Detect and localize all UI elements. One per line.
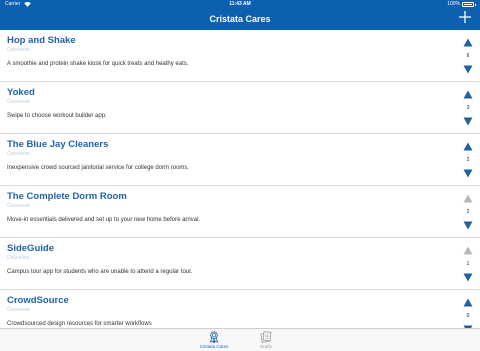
item-category: Consumer [7,99,31,105]
list-item[interactable]: The Complete Dorm Room Consumer Move-in es… [0,186,480,238]
item-category: Consumer [7,307,31,313]
downvote-button[interactable] [463,65,473,74]
arrow-up-icon [463,246,473,255]
upvote-button[interactable] [463,298,473,307]
arrow-down-icon [463,273,473,282]
item-category: Education [7,255,30,261]
item-category: Consumer [7,151,31,157]
item-title: Yoked [7,87,35,98]
vote-count: 1 [466,261,470,267]
page-title: Cristata Cares [209,14,271,24]
downvote-button[interactable] [463,169,473,178]
arrow-down-icon [463,169,473,178]
plus-icon [459,11,471,23]
status-bar: Carrier 11:43 AM 100% [0,0,480,9]
upvote-button[interactable] [463,38,473,47]
item-description: Crowdsourced design resources for smarte… [7,321,152,327]
arrow-down-icon [463,117,473,126]
vote-control: 0 [462,298,474,328]
vote-control: 2 [462,142,474,182]
vote-count: 2 [466,209,470,215]
downvote-button[interactable] [463,221,473,230]
battery-percent: 100% [447,1,460,7]
upvote-button[interactable] [463,142,473,151]
arrow-up-icon [463,90,473,99]
item-category: Consumer [7,203,31,209]
battery-icon [462,2,476,7]
item-description: Swipe to choose workout builder app. [7,113,107,119]
arrow-up-icon [463,142,473,151]
vote-control: 6 [462,38,474,78]
vote-count: 0 [466,313,470,319]
item-title: Hop and Shake [7,35,76,46]
vote-count: 3 [466,105,470,111]
vote-count: 6 [466,53,470,59]
list-item[interactable]: CrowdSource Consumer Crowdsourced design r… [0,290,480,328]
item-description: Inexpensive crowd sourced janitorial ser… [7,165,190,171]
item-title: The Complete Dorm Room [7,191,127,202]
list-item[interactable]: Hop and Shake Consumer A smoothie and prot… [0,30,480,82]
item-description: Campus tour app for students who are una… [7,269,193,275]
badge-icon [208,331,220,343]
upvote-button[interactable] [463,194,473,203]
tab-label: Drafts [259,344,272,349]
navigation-bar: Carrier 11:43 AM 100% Cristata Cares [0,0,480,30]
item-description: A smoothie and protein shake kiosk for q… [7,61,189,67]
arrow-up-icon [463,38,473,47]
ideas-list: Hop and Shake Consumer A smoothie and prot… [0,30,480,328]
downvote-button[interactable] [463,273,473,282]
tab-bar: Cristata Cares Drafts [0,328,480,351]
drafts-icon [260,331,272,343]
item-description: Move-in essentials delivered and set up … [7,217,201,223]
add-button[interactable] [458,10,472,24]
item-title: SideGuide [7,243,54,254]
tab-cristata-cares[interactable]: Cristata Cares [189,331,239,351]
arrow-down-icon [463,65,473,74]
tab-label: Cristata Cares [199,344,229,349]
vote-control: 1 [462,246,474,286]
upvote-button[interactable] [463,246,473,255]
item-title: CrowdSource [7,295,69,306]
tab-drafts[interactable]: Drafts [241,331,291,351]
vote-count: 2 [466,157,470,163]
downvote-button[interactable] [463,117,473,126]
list-item[interactable]: The Blue Jay Cleaners Consumer Inexpensive… [0,134,480,186]
clock: 11:43 AM [229,1,251,7]
arrow-up-icon [463,298,473,307]
arrow-up-icon [463,194,473,203]
arrow-down-icon [463,221,473,230]
upvote-button[interactable] [463,90,473,99]
item-title: The Blue Jay Cleaners [7,139,109,150]
list-item[interactable]: Yoked Consumer Swipe to choose workout bui… [0,82,480,134]
vote-control: 3 [462,90,474,130]
item-category: Consumer [7,47,31,53]
vote-control: 2 [462,194,474,234]
list-item[interactable]: SideGuide Education Campus tour app for st… [0,238,480,290]
